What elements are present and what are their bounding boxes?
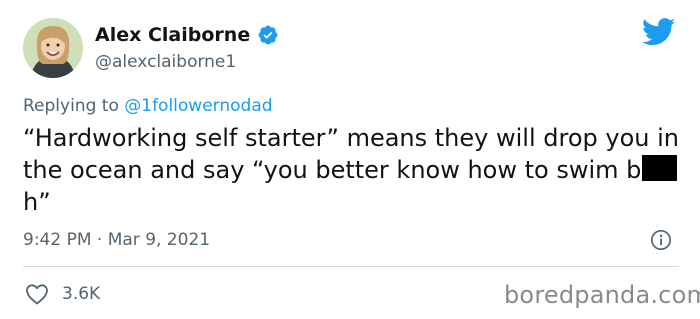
twitter-bird-icon[interactable] xyxy=(642,18,676,46)
tweet-text-part-2: h” xyxy=(23,188,51,216)
redaction-box xyxy=(642,155,678,181)
watermark: boredpanda.com xyxy=(504,281,700,309)
replying-prefix: Replying to xyxy=(23,96,119,116)
tweet-timestamp[interactable]: 9:42 PM · Mar 9, 2021 xyxy=(23,229,210,251)
author-handle[interactable]: @alexclaiborne1 xyxy=(95,51,236,73)
tweet-text: “Hardworking self starter” means they wi… xyxy=(23,122,688,218)
tweet-text-part-1: “Hardworking self starter” means they wi… xyxy=(23,124,679,184)
likes-count[interactable]: 3.6K xyxy=(62,283,100,305)
divider xyxy=(23,266,679,267)
tweet-card: Alex Claiborne @alexclaiborne1 Replying … xyxy=(0,0,700,319)
verified-badge-icon xyxy=(258,25,278,45)
reply-mention-link[interactable]: @1followernodad xyxy=(124,96,272,116)
avatar-photo xyxy=(23,18,83,78)
info-icon[interactable] xyxy=(650,229,672,251)
author-name-row: Alex Claiborne xyxy=(95,23,279,47)
heart-icon[interactable] xyxy=(25,283,49,305)
avatar[interactable] xyxy=(23,18,83,78)
replying-to-line: Replying to @1followernodad xyxy=(23,95,273,117)
author-name[interactable]: Alex Claiborne xyxy=(95,23,250,47)
